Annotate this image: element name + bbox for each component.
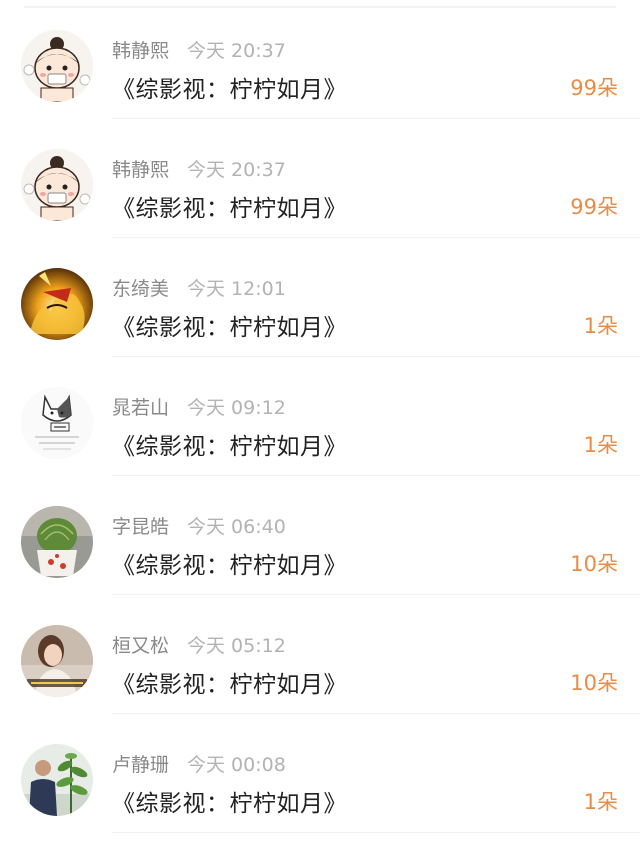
man-plant-icon (21, 744, 93, 816)
item-meta: 桓又松 今天 05:12 (112, 631, 286, 657)
item-meta: 卢静珊 今天 00:08 (112, 750, 286, 776)
book-title[interactable]: 《综影视：柠柠如月》 (112, 427, 347, 461)
item-meta: 韩静熙 今天 20:37 (112, 36, 286, 62)
timestamp: 今天 00:08 (187, 753, 286, 776)
flower-count: 99朵 (570, 76, 618, 100)
timestamp: 今天 09:12 (187, 396, 286, 419)
user-name[interactable]: 卢静珊 (112, 750, 169, 777)
flower-count: 1朵 (583, 790, 618, 814)
avatar[interactable] (21, 506, 93, 578)
book-title[interactable]: 《综影视：柠柠如月》 (112, 546, 347, 580)
anime-fire-icon (21, 268, 93, 340)
list-item[interactable]: 桓又松 今天 05:12 《综影视：柠柠如月》 10朵 (0, 595, 640, 714)
user-name[interactable]: 韩静熙 (112, 36, 169, 63)
item-meta: 韩静熙 今天 20:37 (112, 155, 286, 181)
timestamp: 今天 05:12 (187, 634, 286, 657)
cat-sketch-icon (21, 387, 93, 459)
avatar[interactable] (21, 268, 93, 340)
item-meta: 字昆皓 今天 06:40 (112, 512, 286, 538)
user-name[interactable]: 晁若山 (112, 393, 169, 420)
flower-count: 99朵 (570, 195, 618, 219)
avatar[interactable] (21, 387, 93, 459)
user-name[interactable]: 桓又松 (112, 631, 169, 658)
row-divider (112, 832, 640, 833)
user-name[interactable]: 字昆皓 (112, 512, 169, 539)
timestamp: 今天 06:40 (187, 515, 286, 538)
avatar[interactable] (21, 625, 93, 697)
list-item[interactable]: 字昆皓 今天 06:40 《综影视：柠柠如月》 10朵 (0, 476, 640, 595)
book-title[interactable]: 《综影视：柠柠如月》 (112, 784, 347, 818)
flower-count: 10朵 (570, 552, 618, 576)
list-item[interactable]: 卢静珊 今天 00:08 《综影视：柠柠如月》 1朵 (0, 714, 640, 833)
timestamp: 今天 20:37 (187, 158, 286, 181)
book-title[interactable]: 《综影视：柠柠如月》 (112, 665, 347, 699)
woman-photo-icon (21, 625, 93, 697)
flower-count: 1朵 (583, 314, 618, 338)
timestamp: 今天 12:01 (187, 277, 286, 300)
list-item[interactable]: 晁若山 今天 09:12 《综影视：柠柠如月》 1朵 (0, 357, 640, 476)
avatar[interactable] (21, 30, 93, 102)
book-title[interactable]: 《综影视：柠柠如月》 (112, 189, 347, 223)
avatar[interactable] (21, 744, 93, 816)
book-title[interactable]: 《综影视：柠柠如月》 (112, 308, 347, 342)
timestamp: 今天 20:37 (187, 39, 286, 62)
cartoon-girl-icon (21, 30, 93, 102)
flower-count: 1朵 (583, 433, 618, 457)
list-item[interactable]: 韩静熙 今天 20:37 《综影视：柠柠如月》 99朵 (0, 119, 640, 238)
list-item[interactable]: 韩静熙 今天 20:37 《综影视：柠柠如月》 99朵 (0, 0, 640, 119)
cartoon-girl-icon (21, 149, 93, 221)
cactus-icon (21, 506, 93, 578)
item-meta: 晁若山 今天 09:12 (112, 393, 286, 419)
user-name[interactable]: 韩静熙 (112, 155, 169, 182)
book-title[interactable]: 《综影视：柠柠如月》 (112, 70, 347, 104)
user-name[interactable]: 东绮美 (112, 274, 169, 301)
list-item[interactable]: 东绮美 今天 12:01 《综影视：柠柠如月》 1朵 (0, 238, 640, 357)
avatar[interactable] (21, 149, 93, 221)
item-meta: 东绮美 今天 12:01 (112, 274, 286, 300)
flower-count: 10朵 (570, 671, 618, 695)
